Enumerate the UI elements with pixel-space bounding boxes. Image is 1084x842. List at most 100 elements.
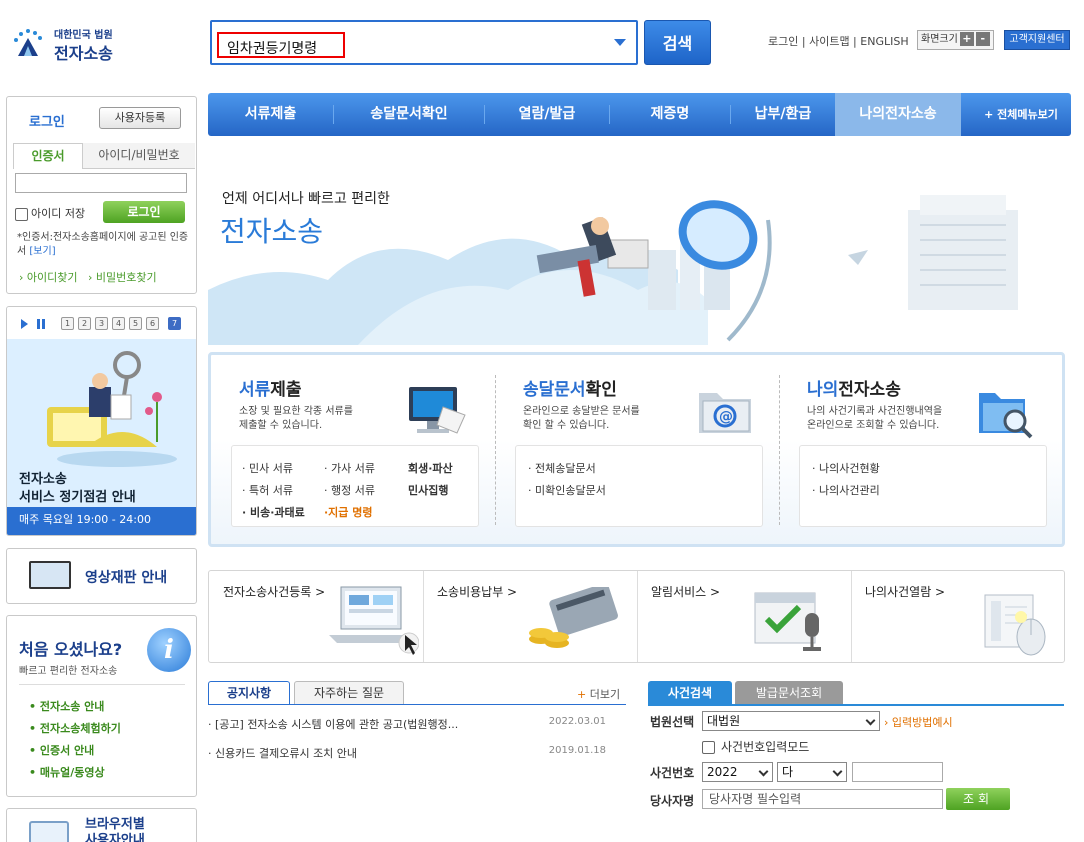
quick-notification[interactable]: 알림서비스 > [637, 571, 851, 662]
login-tabs: 인증서 아이디/비밀번호 [13, 143, 195, 169]
hero-subtitle: 언제 어디서나 빠르고 편리한 [222, 191, 390, 207]
english-link[interactable]: ENGLISH [860, 35, 908, 48]
input-help-link[interactable]: › 입력방법예시 [884, 714, 953, 730]
quick-fee-payment[interactable]: 소송비용납부 > [423, 571, 637, 662]
register-button[interactable]: 사용자등록 [99, 107, 181, 129]
support-center-button[interactable]: 고객지원센터 [1004, 30, 1070, 50]
banner-caption: 전자소송 서비스 정기점검 안내 [19, 471, 136, 507]
folder-search-icon [979, 393, 1033, 439]
checkbox-icon [15, 207, 28, 221]
link-certificate-guide[interactable]: • 인증서 안내 [29, 740, 121, 762]
more-link[interactable]: + 더보기 [577, 686, 620, 702]
browser-guide-banner[interactable]: 브라우저별 사용자안내 [6, 808, 197, 842]
link-unchecked-deliveries[interactable]: · 미확인송달문서 [528, 482, 606, 498]
service-title: 나의전자소송 [807, 380, 901, 400]
link-family-docs[interactable]: · 가사 서류 [324, 460, 375, 476]
save-id-label: 아이디 저장 [31, 207, 86, 220]
service-my-ecourt[interactable]: 나의전자소송 나의 사건기록과 사건진행내역을 온라인으로 조회할 수 있습니다.… [779, 355, 1061, 545]
chevron-down-icon[interactable] [614, 39, 626, 46]
note-view-link[interactable]: [보기] [29, 246, 55, 257]
tab-id-password[interactable]: 아이디/비밀번호 [83, 143, 195, 169]
nav-payment-refund[interactable]: 납부/환급 [731, 93, 835, 136]
slide-dot[interactable]: 2 [78, 317, 91, 330]
notice-date: 2019.01.18 [548, 745, 606, 756]
case-serial-input[interactable] [852, 762, 943, 782]
link-payment-order[interactable]: ·지급 명령 [324, 504, 373, 520]
link-rehab-bankruptcy[interactable]: 회생·파산 [408, 460, 453, 476]
case-mode-checkbox[interactable]: 사건번호입력모드 [702, 738, 809, 755]
credit-card-icon [529, 587, 618, 648]
nav-my-ecourt[interactable]: 나의전자소송 [835, 93, 961, 136]
link-ecourt-experience[interactable]: • 전자소송체험하기 [29, 718, 121, 740]
quick-my-case-view[interactable]: 나의사건열람 > [851, 571, 1064, 662]
link-ecourt-guide[interactable]: • 전자소송 안내 [29, 696, 121, 718]
case-search-button[interactable]: 조회 [946, 788, 1010, 810]
notice-banner-slider[interactable]: 1 2 3 4 5 6 7 전자소송 서비스 정기점검 안내 매주 목요일 19… [6, 306, 197, 536]
play-icon[interactable] [21, 319, 28, 329]
login-button[interactable]: 로그인 [103, 201, 185, 223]
notice-title[interactable]: · [공고] 전자소송 시스템 이용에 관한 공고(법원행정... [208, 716, 458, 732]
search-button[interactable]: 검색 [644, 20, 711, 65]
more-label: 더보기 [589, 688, 621, 701]
link-civil-enforcement[interactable]: 민사집행 [408, 482, 448, 498]
plus-icon: + [577, 688, 587, 701]
tab-faq[interactable]: 자주하는 질문 [294, 681, 404, 705]
party-name-input[interactable]: 당사자명 필수입력 [702, 789, 943, 809]
all-menu-button[interactable]: + 전체메뉴보기 [971, 93, 1071, 136]
info-icon: i [147, 628, 191, 672]
tab-notices[interactable]: 공지사항 [208, 681, 290, 705]
slide-dot[interactable]: 5 [129, 317, 142, 330]
video-trial-banner[interactable]: 영상재판 안내 [6, 548, 197, 604]
search-select[interactable]: 임차권등기명령 [210, 20, 638, 65]
slide-dot[interactable]: 3 [95, 317, 108, 330]
search-highlight: 임차권등기명령 [217, 32, 345, 58]
tab-certificate[interactable]: 인증서 [13, 143, 83, 169]
link-manual-video[interactable]: • 매뉴얼/동영상 [29, 762, 121, 784]
login-link[interactable]: 로그인 [768, 35, 798, 48]
slide-dot[interactable]: 6 [146, 317, 159, 330]
year-select[interactable]: 2022 [702, 762, 773, 782]
slide-dot-active[interactable]: 7 [168, 317, 181, 330]
link-noncontentious[interactable]: · 비송·과태료 [242, 504, 305, 520]
service-delivery-check[interactable]: 송달문서확인 온라인으로 송달받은 문서를 확인 할 수 있습니다. @ · 전체… [495, 355, 777, 545]
font-plus-button[interactable]: + [959, 32, 974, 46]
find-links: › 아이디찾기 › 비밀번호찾기 [19, 269, 157, 285]
find-password-link[interactable]: › 비밀번호찾기 [88, 271, 157, 284]
tab-issued-docs[interactable]: 발급문서조회 [735, 681, 843, 705]
court-select[interactable]: 대법원 [702, 711, 880, 731]
chevron-down-icon [758, 766, 769, 777]
service-links-box: · 민사 서류 · 가사 서류 회생·파산 · 특허 서류 · 행정 서류 민사… [231, 445, 479, 527]
services-panel: 서류제출 소장 및 필요한 각종 서류를 제출할 수 있습니다. · 민사 서류 … [208, 352, 1065, 547]
case-type-value: 다 [782, 765, 794, 779]
certificate-input[interactable] [15, 173, 187, 193]
service-desc: 나의 사건기록과 사건진행내역을 온라인으로 조회할 수 있습니다. [807, 406, 943, 431]
link-admin-docs[interactable]: · 행정 서류 [324, 482, 375, 498]
banner-time: 매주 목요일 19:00 - 24:00 [7, 507, 196, 535]
service-title: 송달문서확인 [523, 380, 617, 400]
court-logo[interactable]: 대한민국 법원 전자소송 [10, 24, 200, 64]
tab-case-search[interactable]: 사건검색 [648, 681, 732, 705]
nav-view-issue[interactable]: 열람/발급 [485, 93, 609, 136]
case-mode-label: 사건번호입력모드 [721, 740, 810, 754]
slide-dot[interactable]: 1 [61, 317, 74, 330]
nav-document-submit[interactable]: 서류제출 [208, 93, 333, 136]
court-emblem-icon [14, 29, 42, 56]
find-id-link[interactable]: › 아이디찾기 [19, 271, 78, 284]
link-patent-docs[interactable]: · 특허 서류 [242, 482, 293, 498]
link-my-case-manage[interactable]: · 나의사건관리 [812, 482, 880, 498]
save-id-checkbox[interactable]: 아이디 저장 [15, 205, 85, 221]
case-type-select[interactable]: 다 [777, 762, 847, 782]
notice-title[interactable]: · 신용카드 결제오류시 조치 안내 [208, 745, 357, 761]
nav-delivery-check[interactable]: 송달문서확인 [334, 93, 484, 136]
link-all-deliveries[interactable]: · 전체송달문서 [528, 460, 596, 476]
sitemap-link[interactable]: 사이트맵 [809, 35, 849, 48]
quick-case-register[interactable]: 전자소송사건등록 > [209, 571, 423, 662]
pause-icon[interactable] [37, 319, 45, 329]
monitor-icon [409, 387, 466, 434]
nav-certificates[interactable]: 제증명 [610, 93, 730, 136]
slide-dot[interactable]: 4 [112, 317, 125, 330]
font-minus-button[interactable]: - [975, 32, 990, 46]
link-my-case-status[interactable]: · 나의사건현황 [812, 460, 880, 476]
link-civil-docs[interactable]: · 민사 서류 [242, 460, 293, 476]
service-document-submit[interactable]: 서류제출 소장 및 필요한 각종 서류를 제출할 수 있습니다. · 민사 서류 … [211, 355, 493, 545]
